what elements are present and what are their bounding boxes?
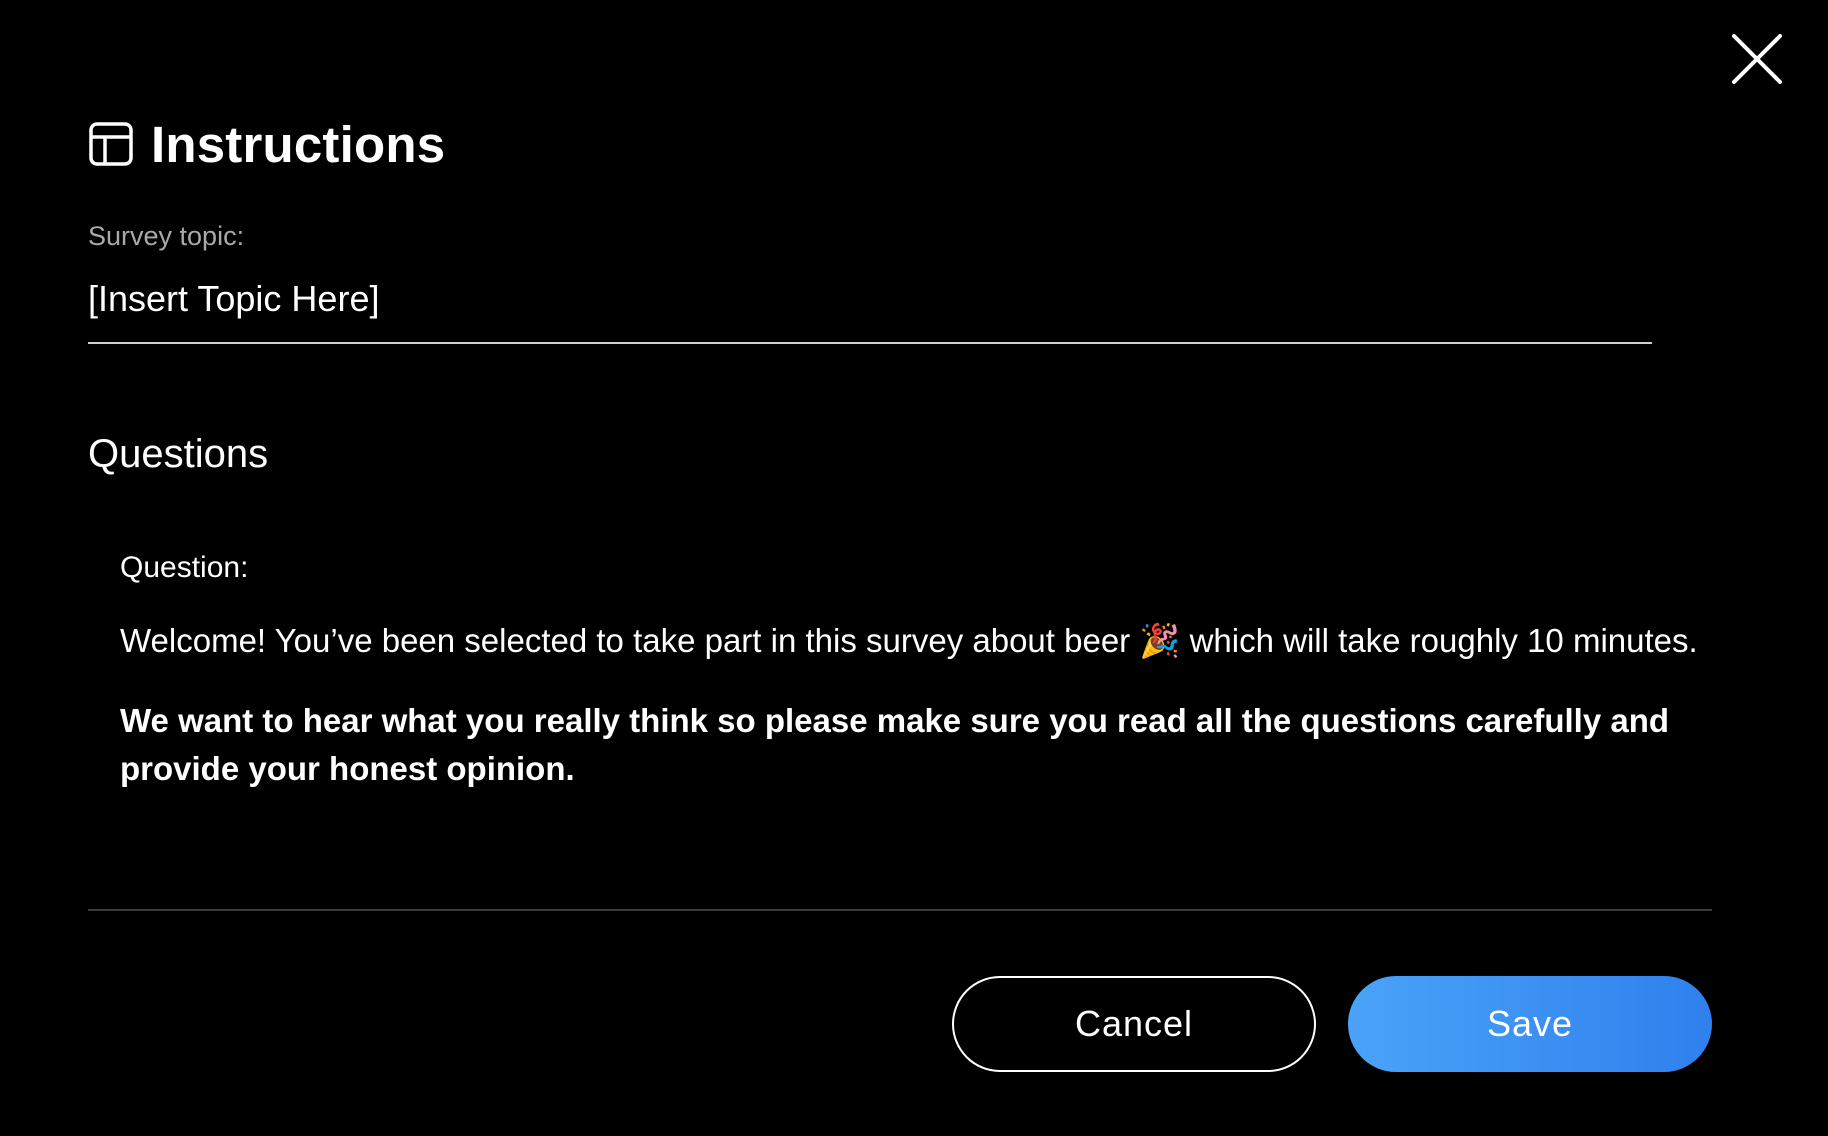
- save-button[interactable]: Save: [1348, 976, 1712, 1072]
- question-emphasis-text: We want to hear what you really think so…: [120, 702, 1670, 787]
- instructions-dialog: Instructions Survey topic: Questions Que…: [0, 0, 1828, 1136]
- question-item[interactable]: Question: Welcome! You’ve been selected …: [120, 548, 1700, 793]
- questions-section-title: Questions: [88, 432, 269, 476]
- dialog-header: Instructions: [88, 112, 445, 176]
- cancel-button[interactable]: Cancel: [952, 976, 1316, 1072]
- footer-divider: [88, 909, 1712, 911]
- layout-template-icon: [89, 122, 133, 166]
- question-label: Question:: [120, 551, 249, 584]
- close-icon[interactable]: [1730, 32, 1784, 86]
- survey-topic-input[interactable]: [88, 268, 1652, 344]
- question-body-text: Welcome! You’ve been selected to take pa…: [120, 622, 1698, 659]
- survey-topic-label: Survey topic:: [88, 221, 245, 251]
- dialog-title: Instructions: [151, 115, 446, 173]
